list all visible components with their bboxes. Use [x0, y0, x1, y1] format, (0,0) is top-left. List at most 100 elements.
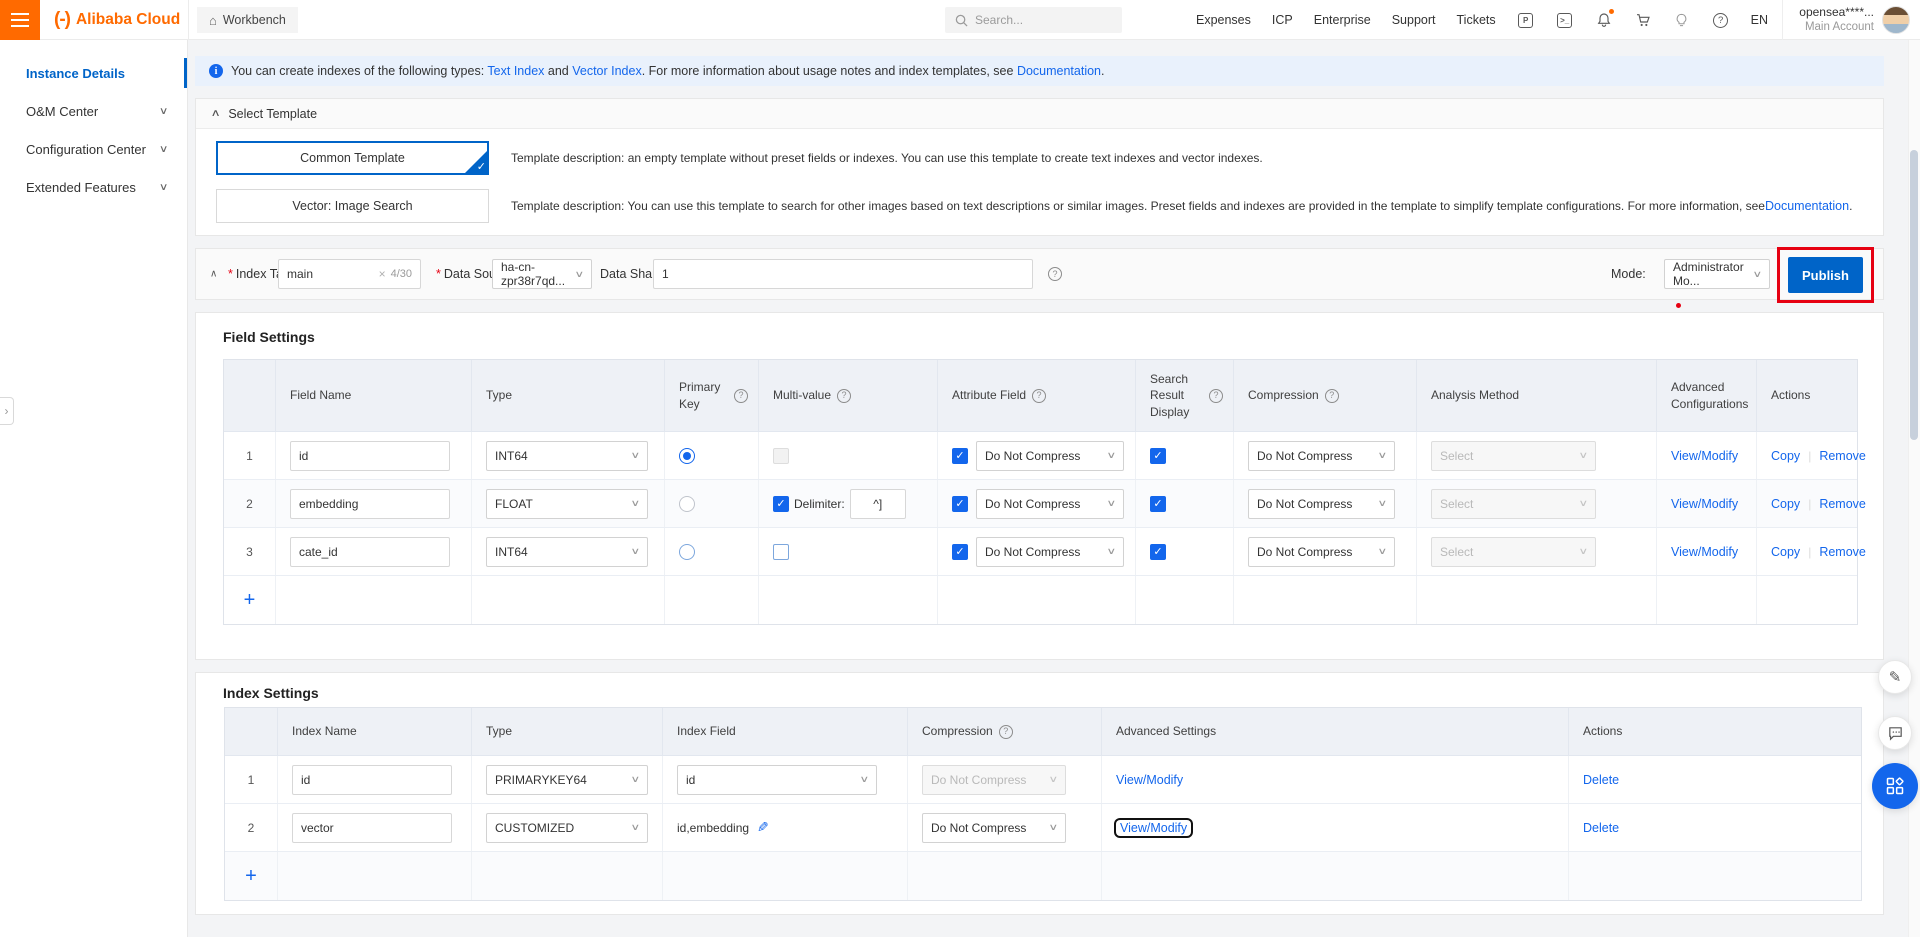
hamburger-menu-icon[interactable]: [0, 0, 40, 40]
attribute-compression-select[interactable]: Do Not Compress∨: [976, 489, 1124, 519]
chat-support-button[interactable]: [1878, 716, 1912, 750]
index-compression-select[interactable]: Do Not Compress∨: [922, 813, 1066, 843]
help-circle-icon[interactable]: ?: [1712, 11, 1730, 29]
cart-icon[interactable]: [1634, 11, 1652, 29]
primary-key-radio[interactable]: [679, 448, 695, 464]
nav-tickets[interactable]: Tickets: [1457, 13, 1496, 27]
field-name-input[interactable]: cate_id: [290, 537, 450, 567]
index-field-select[interactable]: id∨: [677, 765, 877, 795]
nav-icp[interactable]: ICP: [1272, 13, 1293, 27]
search-input[interactable]: Search...: [945, 7, 1122, 33]
view-modify-link[interactable]: View/Modify: [1671, 497, 1738, 511]
sidebar-collapse-handle[interactable]: ›: [0, 397, 14, 425]
notifications-bell-icon[interactable]: [1595, 11, 1613, 29]
chevron-down-icon: ∨: [1579, 498, 1589, 509]
field-type-select[interactable]: INT64∨: [486, 537, 648, 567]
delete-link[interactable]: Delete: [1583, 821, 1619, 835]
sidebar-item-configuration-center[interactable]: Configuration Center ∨: [0, 130, 187, 168]
attribute-field-checkbox[interactable]: ✓: [952, 496, 968, 512]
terminal-icon[interactable]: >_: [1556, 11, 1574, 29]
attribute-field-checkbox[interactable]: ✓: [952, 544, 968, 560]
attribute-compression-select[interactable]: Do Not Compress∨: [976, 441, 1124, 471]
help-icon[interactable]: ?: [1032, 389, 1046, 403]
chat-icon: [1887, 725, 1904, 742]
field-name-input[interactable]: embedding: [290, 489, 450, 519]
add-index-button[interactable]: +: [245, 866, 257, 886]
help-icon[interactable]: ?: [999, 725, 1013, 739]
view-modify-link[interactable]: View/Modify: [1671, 545, 1738, 559]
index-settings-title: Index Settings: [223, 685, 319, 701]
select-template-header[interactable]: ∧ Select Template: [196, 99, 1883, 129]
sidebar-item-instance-details[interactable]: Instance Details: [0, 54, 187, 92]
info-banner: i You can create indexes of the followin…: [195, 56, 1884, 86]
help-icon[interactable]: ?: [734, 389, 748, 403]
data-source-select[interactable]: ha-cn-zpr38r7qd... ∨: [492, 259, 592, 289]
field-type-select[interactable]: INT64∨: [486, 441, 648, 471]
compression-select[interactable]: Do Not Compress∨: [1248, 537, 1395, 567]
multi-value-checkbox[interactable]: ✓: [773, 496, 789, 512]
text-index-link[interactable]: Text Index: [487, 64, 544, 78]
lightbulb-icon[interactable]: [1673, 11, 1691, 29]
remove-link[interactable]: Remove: [1819, 449, 1866, 463]
field-type-select[interactable]: FLOAT∨: [486, 489, 648, 519]
quick-tools-button[interactable]: [1872, 763, 1918, 809]
clear-icon[interactable]: ×: [379, 267, 386, 281]
avatar[interactable]: [1882, 6, 1910, 34]
index-type-select[interactable]: CUSTOMIZED∨: [486, 813, 648, 843]
collapse-icon[interactable]: ∧: [210, 269, 217, 280]
template-card-common[interactable]: Common Template ✓: [216, 141, 489, 175]
multi-value-checkbox[interactable]: [773, 544, 789, 560]
nav-expenses[interactable]: Expenses: [1196, 13, 1251, 27]
help-icon[interactable]: ?: [1209, 389, 1223, 403]
primary-key-radio[interactable]: [679, 496, 695, 512]
index-table-input[interactable]: main × 4/30: [278, 259, 421, 289]
multi-value-checkbox[interactable]: [773, 448, 789, 464]
remove-link[interactable]: Remove: [1819, 497, 1866, 511]
alibaba-cloud-logo[interactable]: (-) Alibaba Cloud: [54, 0, 180, 40]
index-name-input[interactable]: vector: [292, 813, 452, 843]
compression-select[interactable]: Do Not Compress∨: [1248, 489, 1395, 519]
chevron-down-icon: ∨: [159, 182, 169, 193]
delimiter-input[interactable]: ^]: [850, 489, 906, 519]
sidebar-item-extended-features[interactable]: Extended Features ∨: [0, 168, 187, 206]
view-modify-link-focused[interactable]: View/Modify: [1116, 820, 1191, 836]
help-icon[interactable]: ?: [1325, 389, 1339, 403]
workbench-button[interactable]: ⌂ Workbench: [197, 7, 298, 33]
copy-link[interactable]: Copy: [1771, 545, 1800, 559]
primary-key-radio[interactable]: [679, 544, 695, 560]
feedback-pencil-button[interactable]: ✎: [1878, 660, 1912, 694]
vector-index-link[interactable]: Vector Index: [572, 64, 642, 78]
field-name-input[interactable]: id: [290, 441, 450, 471]
delete-link[interactable]: Delete: [1583, 773, 1619, 787]
documentation-link[interactable]: Documentation: [1765, 199, 1849, 213]
nav-support[interactable]: Support: [1392, 13, 1436, 27]
nav-enterprise[interactable]: Enterprise: [1314, 13, 1371, 27]
data-shards-input[interactable]: 1: [653, 259, 1033, 289]
remove-link[interactable]: Remove: [1819, 545, 1866, 559]
search-result-display-checkbox[interactable]: ✓: [1150, 496, 1166, 512]
publish-button[interactable]: Publish: [1788, 257, 1863, 293]
view-modify-link[interactable]: View/Modify: [1671, 449, 1738, 463]
copy-link[interactable]: Copy: [1771, 449, 1800, 463]
copy-link[interactable]: Copy: [1771, 497, 1800, 511]
compression-select[interactable]: Do Not Compress∨: [1248, 441, 1395, 471]
scrollbar-thumb[interactable]: [1910, 150, 1918, 440]
attribute-compression-select[interactable]: Do Not Compress∨: [976, 537, 1124, 567]
help-icon[interactable]: ?: [1048, 267, 1062, 281]
documentation-link[interactable]: Documentation: [1017, 64, 1101, 78]
index-type-select[interactable]: PRIMARYKEY64∨: [486, 765, 648, 795]
edit-pencil-icon[interactable]: ✎: [757, 819, 769, 836]
mobile-app-icon[interactable]: P: [1517, 11, 1535, 29]
attribute-field-checkbox[interactable]: ✓: [952, 448, 968, 464]
search-result-display-checkbox[interactable]: ✓: [1150, 448, 1166, 464]
language-selector[interactable]: EN: [1751, 13, 1768, 27]
help-icon[interactable]: ?: [837, 389, 851, 403]
template-card-vector-image-search[interactable]: Vector: Image Search: [216, 189, 489, 223]
index-name-input[interactable]: id: [292, 765, 452, 795]
add-field-button[interactable]: +: [244, 590, 256, 610]
sidebar-item-om-center[interactable]: O&M Center ∨: [0, 92, 187, 130]
mode-select[interactable]: Administrator Mo... ∨: [1664, 259, 1770, 289]
search-result-display-checkbox[interactable]: ✓: [1150, 544, 1166, 560]
view-modify-link[interactable]: View/Modify: [1116, 773, 1183, 787]
account-menu[interactable]: opensea****... Main Account: [1782, 0, 1910, 40]
